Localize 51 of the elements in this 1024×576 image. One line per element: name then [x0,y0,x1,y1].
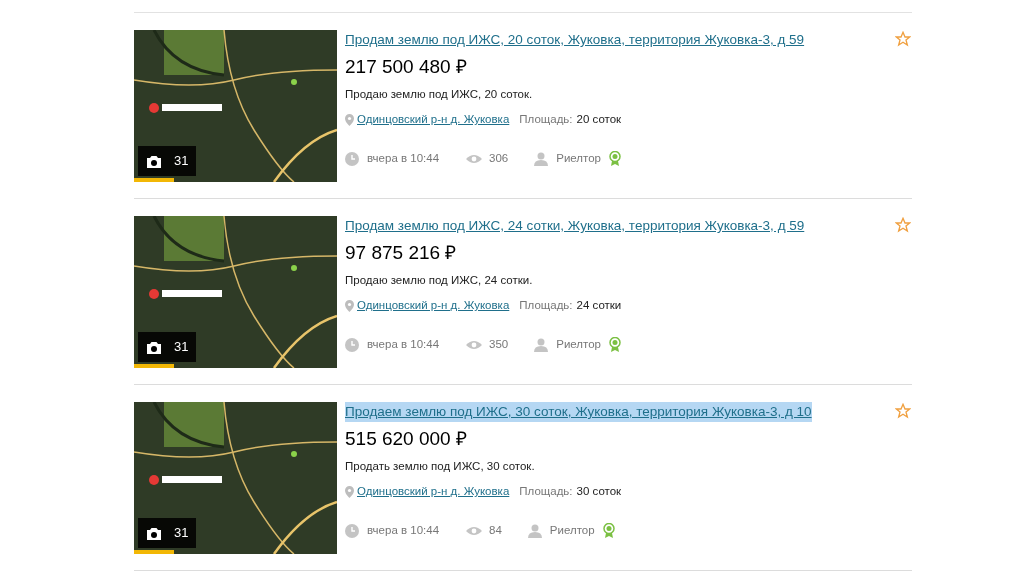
area-label: Площадь: [519,112,573,127]
location-link[interactable]: Одинцовский р-н д. Жуковка [357,483,510,501]
clock-icon [345,523,359,538]
posted-date: вчера в 10:44 [367,337,440,353]
area-value: 24 сотки [576,298,622,313]
price: 97 875 216 ₽ [345,241,458,266]
person-icon [534,337,549,352]
location-pin-icon [345,299,354,312]
location-pin-icon [345,485,354,498]
price: 217 500 480 ₽ [345,55,468,80]
view-count: 84 [489,523,502,539]
award-badge-icon [609,151,621,167]
price: 515 620 000 ₽ [345,427,468,452]
photo-count-badge[interactable]: 31 [138,332,197,362]
location-pin-icon [345,113,354,126]
photo-count-badge[interactable]: 31 [138,146,197,176]
eye-icon [466,339,483,350]
posted-date: вчера в 10:44 [367,151,440,167]
camera-icon [146,154,162,168]
description: Продать землю под ИЖС, 30 соток. [345,458,536,474]
seller-type: Риелтор [556,151,601,167]
clock-icon [345,151,359,166]
description: Продаю землю под ИЖС, 24 сотки. [345,272,534,288]
camera-icon [146,526,162,540]
award-badge-icon [609,337,621,353]
description: Продаю землю под ИЖС, 20 соток. [345,86,534,102]
view-count: 306 [489,151,509,167]
location-link[interactable]: Одинцовский р-н д. Жуковка [357,297,510,315]
eye-icon [466,153,483,164]
favorite-star-icon[interactable] [895,217,911,233]
award-badge-icon [602,523,615,539]
person-icon [534,151,549,166]
seller-type: Риелтор [556,337,601,353]
seller-type: Риелтор [549,523,595,539]
photo-count-badge[interactable]: 31 [138,518,197,548]
view-count: 350 [489,337,509,353]
camera-icon [146,340,162,354]
listing-title-link[interactable]: Продам землю под ИЖС, 20 соток, Жуковка, территория Жуковка-3, д 59 [345,30,805,51]
area-label: Площадь: [519,484,573,499]
location-link[interactable]: Одинцовский р-н д. Жуковка [357,111,510,129]
area-value: 30 соток [576,484,622,499]
clock-icon [345,337,359,352]
posted-date: вчера в 10:44 [367,523,440,539]
listing-title-link[interactable]: Продаем землю под ИЖС, 30 соток, Жуковка, территория Жуковка-3, д 10 [345,402,812,423]
favorite-star-icon[interactable] [895,403,911,419]
area-value: 20 соток [576,112,622,127]
area-label: Площадь: [519,298,573,313]
listing-title-link[interactable]: Продам землю под ИЖС, 24 сотки, Жуковка, территория Жуковка-3, д 59 [345,216,805,237]
favorite-star-icon[interactable] [895,31,911,47]
eye-icon [466,525,483,536]
person-icon [527,523,542,538]
